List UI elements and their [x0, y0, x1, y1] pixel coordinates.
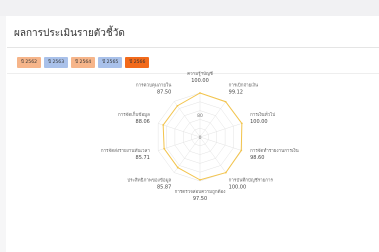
- radar-spoke: [158, 123, 201, 138]
- radar-axis-label-group: ประสิทธิภาพของข้อมูล85.87: [127, 178, 171, 191]
- radar-axis-label-group: ความรู้ฯบัญชี100.00: [187, 71, 213, 84]
- radar-point: [176, 166, 179, 169]
- radar-point: [224, 171, 227, 174]
- radar-axis-value: 85.87: [157, 185, 171, 191]
- radar-axis-value: 99.12: [229, 89, 243, 95]
- radar-spoke: [173, 101, 201, 138]
- radar-point: [240, 122, 243, 125]
- radar-axis-value: 97.50: [193, 196, 207, 202]
- radar-axis-label: การควบคุมภายใน: [136, 82, 171, 88]
- radar-axis-label: การจัดทำรายงานการเงิน: [250, 147, 299, 154]
- radar-ring-label: 80: [197, 113, 203, 119]
- radar-axis-label-group: การตรวจสอบความถูกต้อง97.50: [175, 189, 226, 202]
- radar-axis-value: 100.00: [250, 119, 268, 125]
- radar-axis-label-group: การจัดส่งรายงานทันเวลา85.71: [101, 148, 150, 161]
- radar-point: [240, 149, 243, 152]
- radar-axis-label-group: การจัดทำรายงานการเงิน98.60: [250, 147, 299, 161]
- radar-axis-label: การเงินทั่วไป: [250, 111, 275, 118]
- radar-axis-label: ประสิทธิภาพของข้อมูล: [127, 178, 171, 184]
- radar-point: [224, 100, 227, 103]
- radar-axis-label: ความรู้ฯบัญชี: [187, 71, 213, 77]
- radar-axis-value: 85.71: [136, 155, 150, 161]
- radar-axis-label: การตรวจสอบความถูกต้อง: [175, 189, 226, 195]
- radar-axis-label-group: การบันทึกบัญชีรายการ100.00: [229, 178, 274, 191]
- radar-axis-value: 88.06: [136, 119, 150, 125]
- radar-point: [176, 104, 179, 107]
- radar-spoke: [199, 136, 227, 173]
- radar-spoke: [199, 101, 227, 138]
- radar-axis-label: การจัดเก็บข้อมูล: [118, 110, 150, 118]
- radar-chart: 800ความรู้ฯบัญชี100.00การเบิกจ่ายเงิน99.…: [101, 71, 299, 202]
- radar-axis-label-group: การควบคุมภายใน87.50: [136, 82, 171, 95]
- radar-spoke: [199, 136, 242, 151]
- radar-axis-value: 87.50: [157, 89, 171, 95]
- radar-axis-label-group: การจัดเก็บข้อมูล88.06: [118, 110, 150, 125]
- radar-axis-value: 98.60: [250, 155, 264, 161]
- radar-axis-value: 100.00: [191, 78, 209, 84]
- radar-point: [163, 147, 166, 150]
- radar-axis-label-group: การเงินทั่วไป100.00: [250, 111, 275, 125]
- radar-axis-label-group: การเบิกจ่ายเงิน99.12: [229, 82, 258, 95]
- radar-axis-label: การเบิกจ่ายเงิน: [229, 82, 258, 88]
- radar-spoke: [199, 123, 242, 138]
- radar-point: [199, 92, 201, 94]
- radar-point: [162, 124, 165, 126]
- radar-ring-label: 0: [199, 135, 202, 141]
- radar-axis-label: การบันทึกบัญชีรายการ: [229, 178, 274, 184]
- radar-axis-value: 100.00: [229, 185, 247, 191]
- radar-axis-label: การจัดส่งรายงานทันเวลา: [101, 148, 150, 154]
- radar-point: [199, 179, 201, 181]
